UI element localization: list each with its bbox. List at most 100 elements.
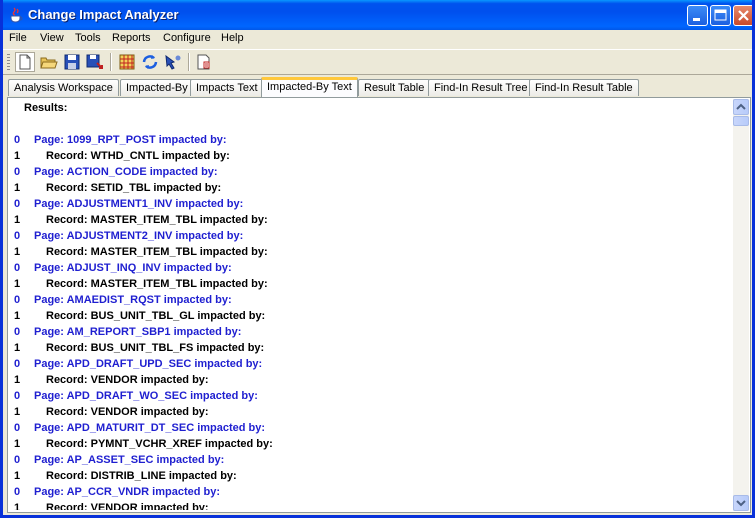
minimize-icon [693, 18, 700, 21]
result-text: Page: APD_MATURIT_DT_SEC impacted by: [34, 422, 266, 434]
result-level: 1 [14, 502, 21, 510]
toolbar-grip[interactable] [7, 54, 10, 70]
result-text: Record: BUS_UNIT_TBL_FS impacted by: [46, 342, 265, 354]
result-level: 1 [14, 374, 21, 386]
result-level: 0 [14, 422, 21, 434]
new-button[interactable] [15, 52, 35, 72]
app-window: Change Impact Analyzer File View Tools R… [0, 0, 755, 518]
result-level: 0 [14, 166, 21, 178]
result-text: Page: ADJUSTMENT1_INV impacted by: [34, 198, 244, 210]
menu-tools[interactable]: Tools [75, 32, 101, 44]
toolbar-separator [188, 53, 190, 71]
result-text: Record: VENDOR impacted by: [46, 374, 209, 386]
close-icon [738, 10, 749, 21]
run-button[interactable] [163, 52, 183, 72]
result-text: Record: MASTER_ITEM_TBL impacted by: [46, 214, 268, 226]
menu-configure[interactable]: Configure [163, 32, 211, 44]
tab-strip: Analysis Workspace Impacted-By Impacts T… [8, 77, 748, 97]
tab-result-table[interactable]: Result Table [358, 79, 431, 96]
maximize-button[interactable] [710, 5, 731, 26]
result-level: 0 [14, 294, 21, 306]
open-icon [40, 57, 58, 69]
result-text: Record: WTHD_CNTL impacted by: [46, 150, 230, 162]
menu-view[interactable]: View [40, 32, 64, 44]
result-text: Record: MASTER_ITEM_TBL impacted by: [46, 246, 268, 258]
tab-analysis-workspace[interactable]: Analysis Workspace [8, 79, 119, 96]
vertical-scrollbar[interactable] [733, 99, 749, 511]
result-level: 0 [14, 134, 21, 146]
tab-impacted-by-text[interactable]: Impacted-By Text [261, 77, 358, 97]
result-text: Page: APD_DRAFT_UPD_SEC impacted by: [34, 358, 263, 370]
result-level: 0 [14, 358, 21, 370]
result-text: Record: BUS_UNIT_TBL_GL impacted by: [46, 310, 266, 322]
tab-impacts-text[interactable]: Impacts Text [190, 79, 264, 96]
maximize-icon [714, 9, 727, 21]
result-level: 1 [14, 182, 21, 194]
refresh-icon [142, 55, 158, 69]
result-level: 1 [14, 310, 21, 322]
result-level: 1 [14, 470, 21, 482]
result-level: 0 [14, 262, 21, 274]
report-button[interactable] [194, 52, 214, 72]
run-icon [165, 54, 181, 70]
result-level: 1 [14, 342, 21, 354]
tab-find-in-result-table[interactable]: Find-In Result Table [529, 79, 639, 96]
result-text: Page: ACTION_CODE impacted by: [34, 166, 218, 178]
result-text: Record: VENDOR impacted by: [46, 406, 209, 418]
refresh-button[interactable] [140, 52, 160, 72]
result-text: Record: MASTER_ITEM_TBL impacted by: [46, 278, 268, 290]
result-text: Page: APD_DRAFT_WO_SEC impacted by: [34, 390, 258, 402]
minimize-button[interactable] [687, 5, 708, 26]
open-button[interactable] [39, 52, 59, 72]
result-level: 0 [14, 326, 21, 338]
result-text: Record: SETID_TBL impacted by: [46, 182, 222, 194]
scroll-up-button[interactable] [733, 99, 749, 115]
result-level: 0 [14, 198, 21, 210]
result-level: 0 [14, 390, 21, 402]
save-button[interactable] [62, 52, 82, 72]
result-level: 0 [14, 454, 21, 466]
tab-find-in-result-tree[interactable]: Find-In Result Tree [428, 79, 534, 96]
result-level: 1 [14, 406, 21, 418]
result-text: Record: VENDOR impacted by: [46, 502, 209, 510]
save-as-button[interactable] [85, 52, 105, 72]
result-level: 0 [14, 230, 21, 242]
menu-file[interactable]: File [9, 32, 27, 44]
result-text: Page: AP_CCR_VNDR impacted by: [34, 486, 221, 498]
result-text: Page: ADJUST_INQ_INV impacted by: [34, 262, 232, 274]
result-text: Page: 1099_RPT_POST impacted by: [34, 134, 227, 146]
menu-bar: File View Tools Reports Configure Help [3, 30, 752, 48]
result-text: Page: ADJUSTMENT2_INV impacted by: [34, 230, 244, 242]
result-text: Record: DISTRIB_LINE impacted by: [46, 470, 237, 482]
toolbar [3, 49, 752, 75]
result-level: 0 [14, 486, 21, 498]
result-text: Page: AM_REPORT_SBP1 impacted by: [34, 326, 242, 338]
java-cup-icon [10, 7, 23, 23]
report-icon [197, 54, 210, 70]
scroll-down-button[interactable] [733, 495, 749, 511]
save-icon [64, 54, 80, 70]
results-text-area[interactable]: Results: 0 Page: 1099_RPT_POST impacted b… [10, 100, 735, 510]
close-button[interactable] [733, 5, 752, 26]
title-bar[interactable]: Change Impact Analyzer [3, 0, 752, 30]
result-text: Page: AP_ASSET_SEC impacted by: [34, 454, 225, 466]
menu-help[interactable]: Help [221, 32, 244, 44]
chevron-up-icon [736, 103, 746, 110]
toolbar-separator [110, 53, 112, 71]
result-level: 1 [14, 278, 21, 290]
result-level: 1 [14, 150, 21, 162]
chevron-down-icon [736, 500, 746, 507]
result-level: 1 [14, 438, 21, 450]
new-icon [19, 54, 31, 70]
tab-impacted-by[interactable]: Impacted-By [120, 79, 194, 96]
window-title: Change Impact Analyzer [28, 7, 179, 22]
result-level: 1 [14, 246, 21, 258]
result-text: Record: PYMNT_VCHR_XREF impacted by: [46, 438, 273, 450]
save-as-icon [86, 54, 103, 69]
grid-button[interactable] [117, 52, 137, 72]
result-level: 1 [14, 214, 21, 226]
result-text: Page: AMAEDIST_RQST impacted by: [34, 294, 232, 306]
menu-reports[interactable]: Reports [112, 32, 151, 44]
scroll-thumb[interactable] [733, 116, 749, 126]
grid-icon [119, 54, 135, 70]
